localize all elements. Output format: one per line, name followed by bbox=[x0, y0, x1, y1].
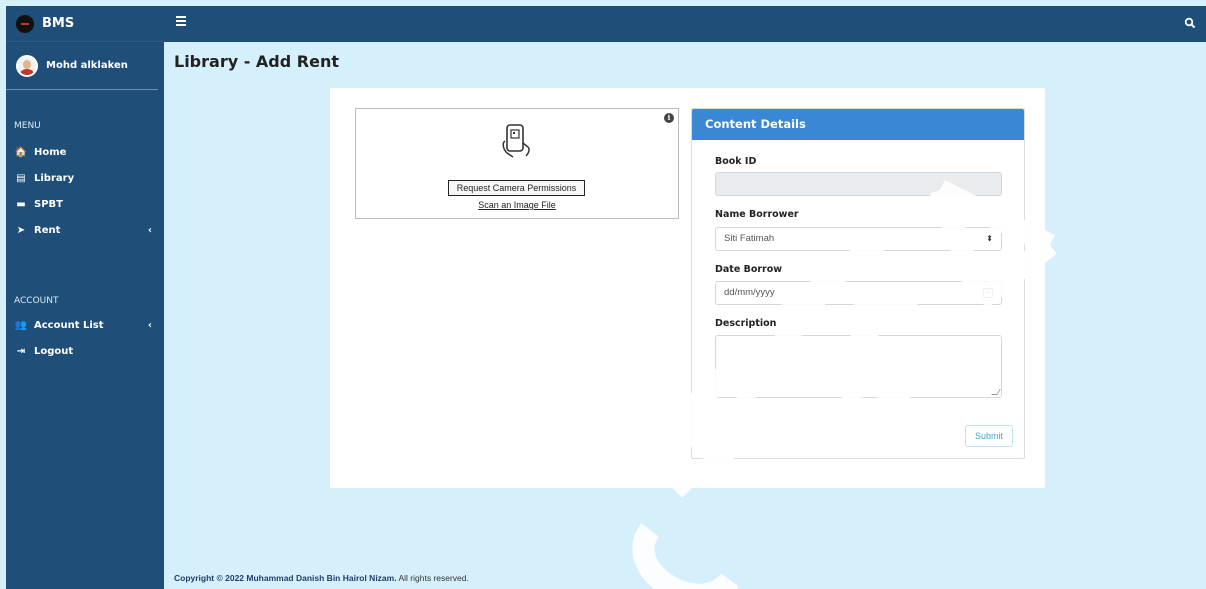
menu-section-label: MENU bbox=[14, 121, 41, 131]
send-icon: ➤ bbox=[16, 224, 26, 236]
borrower-label: Name Borrower bbox=[715, 209, 799, 220]
request-camera-button[interactable]: Request Camera Permissions bbox=[448, 180, 585, 196]
book-id-field[interactable] bbox=[715, 172, 1002, 196]
phone-scan-icon bbox=[502, 124, 530, 158]
submit-button[interactable]: Submit bbox=[965, 425, 1013, 447]
sidebar: BMS Mohd alklaken MENU 🏠 Home ▤ Library ▬ SPB… bbox=[6, 6, 164, 589]
home-icon: 🏠 bbox=[14, 146, 28, 158]
sidebar-item-library[interactable]: ▤ Library bbox=[6, 165, 164, 191]
user-name: Mohd alklaken bbox=[46, 60, 128, 71]
borrower-select[interactable]: Siti Fatimah ⬍ bbox=[715, 227, 1002, 251]
sidebar-item-label: Library bbox=[34, 172, 75, 184]
library-icon: ▤ bbox=[16, 172, 26, 184]
user-panel[interactable]: Mohd alklaken bbox=[6, 42, 158, 90]
chevron-left-icon: ‹ bbox=[147, 319, 152, 331]
content-details-header: Content Details bbox=[692, 109, 1024, 140]
search-icon[interactable] bbox=[1184, 17, 1196, 29]
users-icon: 👥 bbox=[14, 319, 28, 331]
page-title: Library - Add Rent bbox=[174, 52, 339, 71]
date-placeholder: dd/mm/yyyy bbox=[724, 287, 775, 298]
sidebar-item-label: SPBT bbox=[34, 198, 63, 210]
resize-grip-icon[interactable] bbox=[991, 389, 1001, 395]
sidebar-item-account-list[interactable]: 👥 Account List ‹ bbox=[6, 312, 164, 338]
content-details-panel: Content Details Book ID Name Borrower Si… bbox=[691, 108, 1025, 459]
topbar bbox=[164, 6, 1206, 42]
spbt-icon: ▬ bbox=[16, 198, 26, 210]
sidebar-item-label: Logout bbox=[34, 345, 74, 357]
hamburger-menu-icon[interactable] bbox=[176, 16, 186, 26]
sidebar-item-label: Rent bbox=[34, 224, 61, 236]
borrower-selected-value: Siti Fatimah bbox=[724, 233, 775, 244]
date-borrow-input[interactable]: dd/mm/yyyy bbox=[715, 281, 1002, 305]
avatar bbox=[16, 54, 38, 77]
info-icon[interactable]: i bbox=[664, 113, 674, 123]
scan-image-file-link[interactable]: Scan an Image File bbox=[356, 200, 678, 210]
sidebar-item-rent[interactable]: ➤ Rent ‹ bbox=[6, 217, 164, 243]
copyright-owner: Copyright © 2022 Muhammad Danish Bin Hai… bbox=[174, 573, 397, 583]
copyright-rights: All rights reserved. bbox=[396, 573, 469, 583]
select-arrows-icon: ⬍ bbox=[986, 234, 993, 243]
calendar-icon[interactable] bbox=[983, 288, 993, 298]
sidebar-item-label: Account List bbox=[34, 319, 104, 331]
sidebar-item-home[interactable]: 🏠 Home bbox=[6, 139, 164, 165]
brand-name: BMS bbox=[42, 16, 75, 31]
footer-copyright: Copyright © 2022 Muhammad Danish Bin Hai… bbox=[174, 573, 469, 583]
sidebar-item-logout[interactable]: ⇥ Logout bbox=[6, 338, 164, 364]
sidebar-item-label: Home bbox=[34, 146, 67, 158]
brand[interactable]: BMS bbox=[6, 6, 164, 42]
description-textarea[interactable] bbox=[715, 335, 1002, 398]
description-label: Description bbox=[715, 318, 777, 329]
sidebar-item-spbt[interactable]: ▬ SPBT bbox=[6, 191, 164, 217]
chevron-left-icon: ‹ bbox=[147, 224, 152, 236]
book-id-label: Book ID bbox=[715, 156, 757, 167]
logout-icon: ⇥ bbox=[16, 345, 26, 357]
account-section-label: ACCOUNT bbox=[14, 296, 59, 306]
brand-logo-icon bbox=[16, 14, 34, 33]
main-card: i Request Camera Permissions Scan an Ima… bbox=[330, 88, 1045, 488]
date-borrow-label: Date Borrow bbox=[715, 264, 783, 275]
qr-scanner-panel: i Request Camera Permissions Scan an Ima… bbox=[355, 108, 679, 219]
